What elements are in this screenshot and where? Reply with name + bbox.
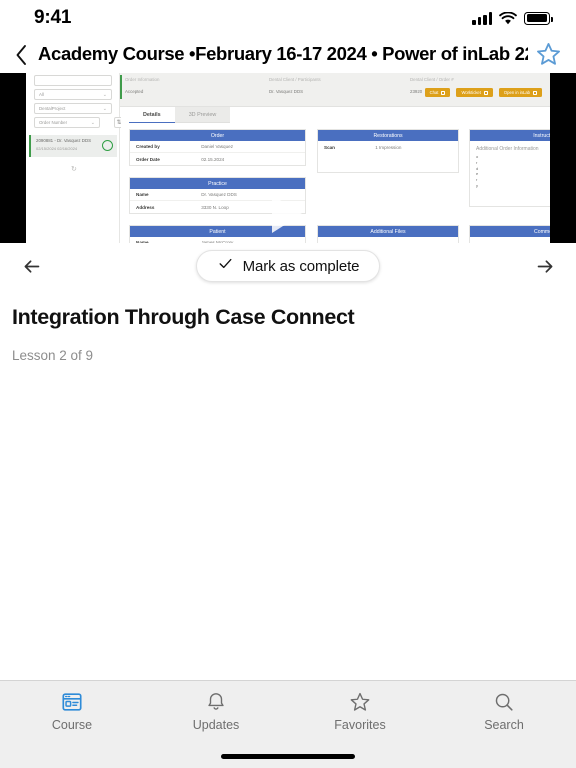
star-outline-icon[interactable] — [532, 39, 564, 71]
preview-kv-key: Created by — [136, 144, 160, 149]
status-icons — [472, 10, 553, 25]
home-indicator — [221, 754, 355, 759]
preview-kv-value: Daniel Vasquez — [201, 144, 234, 149]
preview-card-header: Restorations — [318, 130, 458, 141]
preview-kv-value: 1 Impression — [375, 144, 402, 150]
tab-updates[interactable]: Updates — [144, 690, 288, 732]
tab-search[interactable]: Search — [432, 690, 576, 732]
preview-top-col2: Dr. Vasquez DDS — [269, 89, 304, 94]
preview-tab-3d-preview: 3D Preview — [174, 107, 231, 123]
preview-card-header: Instructions — [470, 130, 550, 141]
status-bar: 9:41 — [0, 0, 576, 36]
preview-instructions-letters: o r d e r y — [476, 154, 479, 188]
preview-card-restorations: Restorations Scan 1 Impression — [317, 129, 459, 173]
preview-card-header: Practice — [130, 178, 305, 189]
preview-card-additional-files: Additional Files — [317, 225, 459, 243]
preview-top-label-3: Dental Client / Order # — [410, 77, 454, 82]
check-icon — [217, 255, 234, 277]
preview-kv-value: 3330 N. Loop — [201, 204, 229, 210]
preview-spinner-icon: ↻ — [71, 166, 77, 173]
preview-chat-button: Chat — [424, 88, 451, 97]
mark-as-complete-label: Mark as complete — [242, 257, 360, 275]
preview-card-header: Order — [130, 130, 305, 141]
preview-card-instructions: Instructions Additional Order Informatio… — [469, 129, 550, 207]
tab-course[interactable]: Course — [0, 690, 144, 732]
status-time: 9:41 — [34, 7, 72, 28]
tab-course-label: Course — [51, 718, 93, 732]
preview-order-row-dates: 02/15/2024 02/16/2024 — [36, 145, 78, 151]
preview-tabs: Details 3D Preview — [129, 107, 231, 123]
preview-accent-bar — [120, 75, 122, 99]
star-outline-icon — [349, 690, 371, 714]
preview-kv-key: Order Date — [136, 156, 160, 162]
preview-order-row: 2090881 - Dr. Vasquez DDS 02/15/2024 02/… — [29, 135, 117, 157]
browser-window-icon — [61, 690, 83, 714]
next-lesson-button[interactable] — [528, 249, 562, 283]
preview-card-comments: Comments — [469, 225, 550, 243]
preview-kv-value: James McCrory — [201, 240, 234, 243]
bottom-tab-bar: Course Updates Favorites Search — [0, 680, 576, 768]
preview-kv-key: Address — [136, 204, 155, 210]
tab-favorites[interactable]: Favorites — [288, 690, 432, 732]
lesson-progress: Lesson 2 of 9 — [12, 347, 94, 363]
preview-tab-details: Details — [129, 107, 175, 123]
preview-card-order: Order Created by Daniel Vasquez Order Dat… — [129, 129, 306, 166]
lesson-title: Integration Through Case Connect — [12, 305, 355, 329]
wifi-icon — [499, 10, 517, 25]
preview-main-panel: Details 3D Preview Order Created by Danie… — [121, 107, 550, 243]
preview-open-inlab-button: Open in inLab — [498, 88, 542, 97]
app-header: Academy Course •February 16-17 2024 • Po… — [0, 36, 576, 73]
preview-top-label-1: Order Information — [125, 77, 160, 82]
lesson-video-player[interactable]: Order Information Accepted Dental Client… — [0, 73, 576, 243]
preview-order-row-title: 2090881 - Dr. Vasquez DDS — [36, 138, 92, 143]
battery-icon — [524, 11, 553, 25]
previous-lesson-button[interactable] — [14, 249, 48, 283]
page-title: Academy Course •February 16-17 2024 • Po… — [38, 44, 528, 65]
preview-instructions-label: Additional Order Information — [476, 146, 539, 152]
mark-as-complete-button[interactable]: Mark as complete — [195, 250, 381, 282]
tab-favorites-label: Favorites — [334, 718, 386, 732]
tab-updates-label: Updates — [192, 718, 240, 732]
lesson-content: Integration Through Case Connect Lesson … — [0, 289, 576, 680]
preview-top-col3: 23920 — [410, 89, 423, 94]
play-triangle-icon[interactable] — [272, 195, 302, 233]
preview-card-header: Comments — [470, 226, 550, 237]
preview-status: Accepted — [125, 89, 144, 94]
preview-filter-2: DentalProject ⌄ — [34, 103, 112, 114]
preview-workticket-button: Workticket — [456, 88, 493, 97]
magnifier-icon — [493, 690, 515, 714]
preview-filter-1: All ⌄ — [34, 89, 112, 100]
preview-card-header: Additional Files — [318, 226, 458, 237]
preview-kv-value: 02.15.2024 — [201, 156, 225, 162]
preview-sidebar: All ⌄ DentalProject ⌄ Order Number ⌄ ⇅ 2090… — [26, 73, 124, 243]
preview-kv-key: Name — [136, 240, 149, 243]
preview-kv-key: Scan — [324, 144, 335, 150]
bell-icon — [205, 690, 227, 714]
preview-filter-3: Order Number ⌄ — [34, 117, 100, 128]
back-button[interactable] — [8, 40, 34, 70]
preview-kv-value: Dr. Vasquez DDS — [201, 192, 237, 197]
preview-top-label-2: Dental Client / Participants — [269, 77, 321, 82]
preview-filter-0 — [34, 75, 112, 86]
app-screen: 9:41 Academy Course •February 16-17 2024… — [0, 0, 576, 768]
lesson-navigation-bar: Mark as complete — [0, 243, 576, 289]
tab-search-label: Search — [484, 718, 524, 732]
preview-kv-key: Name — [136, 192, 149, 197]
cellular-signal-icon — [472, 11, 492, 25]
preview-status-circle-icon — [102, 140, 113, 151]
preview-action-buttons: Chat Workticket Open in inLab — [424, 88, 542, 97]
